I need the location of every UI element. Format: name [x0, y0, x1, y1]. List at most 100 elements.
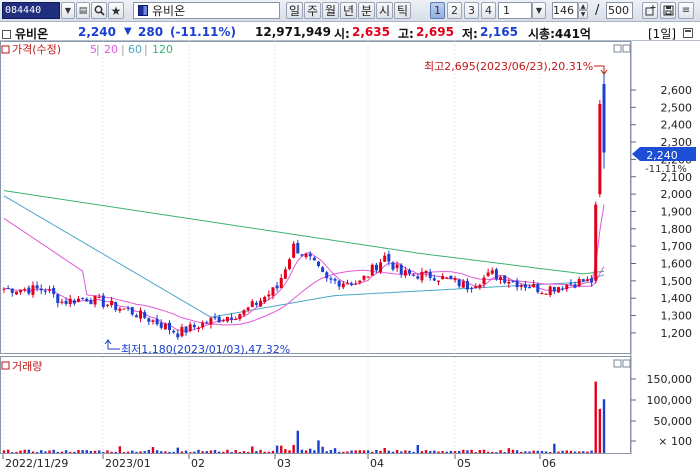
candle-body: [85, 298, 89, 302]
volume-bar: [528, 451, 531, 453]
interval-4-button[interactable]: 4: [481, 2, 496, 19]
code-list-button[interactable]: ▤: [76, 2, 90, 19]
chart-area[interactable]: 2,6002,5002,4002,3002,2002,1002,0001,900…: [0, 41, 700, 469]
candle-body: [424, 271, 428, 273]
candle-body: [230, 317, 234, 320]
period-month-button[interactable]: 월: [322, 2, 339, 19]
down-arrow-icon: ▼: [124, 26, 132, 37]
candle-body: [457, 279, 461, 287]
stock-code-input[interactable]: 084440: [2, 2, 60, 19]
save-icon: [663, 5, 673, 16]
list-icon: ▤: [78, 5, 88, 16]
low-label: 저:: [462, 27, 478, 41]
legend-separator-3: |: [144, 43, 148, 56]
candle-body: [316, 261, 320, 266]
period-day-button[interactable]: 일: [286, 2, 303, 19]
volume-bar: [85, 450, 88, 453]
count-separator: /: [595, 3, 600, 18]
y-tick-label: 2,000: [661, 188, 693, 201]
candle-body: [379, 262, 383, 273]
volume-bar: [346, 451, 349, 453]
save-button[interactable]: [660, 2, 676, 19]
y-tick-label: 2,500: [661, 101, 693, 114]
volume-bar: [569, 450, 573, 453]
candle-body: [283, 269, 287, 279]
x-tick-label: 2022/11/29: [5, 457, 68, 469]
period-tag: [1일]: [648, 27, 677, 41]
current-price-tag-text: 2,240: [646, 149, 678, 162]
candle-body: [416, 276, 420, 279]
volume-pane-frame: [0, 356, 631, 454]
interval-3-button[interactable]: 3: [464, 2, 479, 19]
volume-bar: [160, 451, 163, 453]
current-price-tag: 2,240 -11.11%: [632, 147, 696, 175]
volume-pane-close-button[interactable]: [622, 359, 631, 368]
volume-bar: [507, 448, 511, 453]
volume-bar: [383, 447, 386, 453]
stock-chart[interactable]: 2,6002,5002,4002,3002,2002,1002,0001,900…: [0, 41, 700, 469]
info-toggle-button[interactable]: [683, 27, 693, 41]
volume-bar: [69, 451, 72, 453]
volume-bar: [280, 445, 283, 453]
period-tick-button[interactable]: 틱: [394, 2, 411, 19]
volume-bar: [400, 451, 403, 453]
total-count-input[interactable]: 500: [606, 2, 633, 19]
period-year-label: 년: [342, 4, 355, 18]
candle-body: [225, 316, 229, 322]
volume-bar: [271, 450, 275, 453]
display-count-input[interactable]: 146: [552, 2, 578, 19]
candle-body: [337, 280, 341, 287]
volume-pane-maximize-button[interactable]: [613, 359, 622, 368]
candle-body: [163, 323, 167, 330]
count-spinner[interactable]: ▲ ▼: [578, 2, 588, 19]
candle-body: [350, 283, 354, 286]
interval-1-button[interactable]: 1: [430, 2, 445, 19]
code-dropdown-button[interactable]: ▼: [61, 2, 75, 19]
volume-bar: [375, 450, 378, 453]
volume-bar: [242, 451, 246, 453]
interval-2-button[interactable]: 2: [447, 2, 462, 19]
volume-bar: [391, 451, 395, 453]
volume-bar: [462, 449, 465, 453]
stock-name-field[interactable]: 유비온: [133, 2, 280, 19]
candle-body: [474, 286, 478, 289]
volume-bar: [164, 451, 167, 453]
candle-body: [168, 322, 172, 331]
candle-body: [548, 286, 552, 296]
volume-bar: [193, 451, 196, 453]
checkbox-icon[interactable]: [2, 28, 11, 42]
volume-bar: [453, 451, 457, 453]
x-tick-label: 06: [542, 457, 556, 469]
volume-bar: [350, 450, 353, 453]
candle-body: [97, 296, 101, 298]
candle-body: [503, 275, 507, 283]
volume-bar: [561, 450, 564, 453]
spin-up-icon[interactable]: ▲: [578, 2, 588, 10]
stock-code-text: 084440: [5, 5, 42, 16]
price-pane-maximize-button[interactable]: [613, 44, 622, 53]
period-hour-button[interactable]: 시: [376, 2, 393, 19]
period-hour-label: 시: [378, 4, 391, 18]
volume-bar: [110, 451, 113, 453]
period-year-button[interactable]: 년: [340, 2, 357, 19]
volume-bar: [491, 451, 494, 453]
volume-bar: [151, 447, 155, 453]
candle-body: [569, 283, 573, 285]
candle-body: [598, 103, 602, 195]
volume-bar: [304, 450, 308, 453]
add-chart-button[interactable]: [642, 2, 658, 19]
candle-body: [507, 281, 511, 284]
volume-bar: [325, 451, 328, 453]
period-minute-button[interactable]: 분: [358, 2, 375, 19]
favorite-button[interactable]: ★: [108, 2, 124, 19]
candle-body: [10, 288, 14, 293]
price-pane-close-button[interactable]: [622, 44, 631, 53]
spin-down-icon[interactable]: ▼: [578, 10, 588, 19]
interval-dropdown-button[interactable]: ▼: [532, 2, 546, 19]
interval-input[interactable]: 1: [498, 2, 532, 19]
candle-body: [449, 275, 453, 280]
candle-body: [403, 270, 407, 276]
period-week-button[interactable]: 주: [304, 2, 321, 19]
chart-menu-button[interactable]: ≡: [678, 2, 694, 19]
search-button[interactable]: [91, 2, 107, 19]
